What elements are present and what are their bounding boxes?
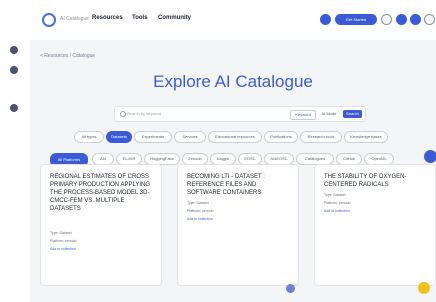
card-type: Type: Dataset bbox=[50, 231, 72, 235]
add-to-collection-link[interactable]: Add to collection bbox=[324, 209, 350, 213]
get-started-button[interactable]: Get Started bbox=[335, 14, 377, 25]
avatar[interactable] bbox=[424, 14, 435, 25]
result-card[interactable]: THE STABILITY OF OXYGEN-CENTERED RADICAL… bbox=[314, 164, 436, 286]
scroll-right-button[interactable] bbox=[424, 150, 436, 163]
card-title[interactable]: REGIONAL ESTIMATES OF CROSS PRIMARY PROD… bbox=[50, 173, 154, 213]
settings-icon[interactable] bbox=[396, 14, 407, 25]
add-to-collection-link[interactable]: Add to collection bbox=[187, 217, 213, 221]
keyword-mode-toggle[interactable]: Keyword bbox=[290, 110, 316, 120]
card-title[interactable]: THE STABILITY OF OXYGEN-CENTERED RADICAL… bbox=[324, 173, 428, 189]
card-title[interactable]: BECOMING LTI - DATASET : REFERENCE FILES… bbox=[187, 173, 291, 197]
card-type: Type: Dataset bbox=[187, 201, 209, 205]
tab-publications[interactable]: Publications bbox=[264, 131, 298, 143]
page-title: Explore AI Catalogue bbox=[153, 72, 313, 91]
top-navigation: AI Catalogue Resources Tools Community G… bbox=[30, 0, 436, 41]
tab-experiments[interactable]: Experiments bbox=[134, 131, 172, 143]
tab-datasets[interactable]: Datasets bbox=[106, 131, 132, 143]
ai-mode-toggle[interactable]: AI Mode bbox=[318, 110, 340, 118]
app-logo-icon[interactable] bbox=[42, 13, 56, 27]
search-button[interactable]: Search bbox=[343, 110, 362, 118]
nav-community[interactable]: Community bbox=[158, 15, 191, 21]
chat-assistant-icon[interactable] bbox=[418, 282, 430, 294]
card-platform: Platform: zenodo bbox=[324, 201, 351, 205]
add-to-collection-link[interactable]: Add to collection bbox=[50, 247, 76, 251]
logo-text: AI Catalogue bbox=[60, 16, 89, 22]
search-icon bbox=[120, 111, 126, 117]
help-icon[interactable] bbox=[381, 14, 392, 25]
left-rail bbox=[0, 0, 31, 302]
card-platform: Platform: zenodo bbox=[187, 209, 214, 213]
language-icon[interactable] bbox=[410, 14, 421, 25]
tab-research-tools[interactable]: Research tools bbox=[300, 131, 342, 143]
catalogue-icon[interactable] bbox=[10, 66, 18, 74]
nav-tools[interactable]: Tools bbox=[132, 15, 148, 21]
collapse-icon[interactable] bbox=[10, 104, 18, 112]
breadcrumb[interactable]: < Resources / Catalogue bbox=[40, 53, 95, 59]
tab-educational-resources[interactable]: Educational resources bbox=[208, 131, 262, 143]
card-type: Type: Dataset bbox=[324, 193, 346, 197]
tab-services[interactable]: Services bbox=[174, 131, 206, 143]
notifications-icon[interactable] bbox=[320, 14, 331, 25]
search-input[interactable]: Search by keyword bbox=[127, 111, 161, 116]
card-platform: Platform: zenodo bbox=[50, 239, 77, 243]
app-root: AI Catalogue Resources Tools Community G… bbox=[0, 0, 436, 302]
result-card[interactable]: BECOMING LTI - DATASET : REFERENCE FILES… bbox=[177, 164, 299, 293]
nav-resources[interactable]: Resources bbox=[92, 15, 123, 21]
result-card[interactable]: REGIONAL ESTIMATES OF CROSS PRIMARY PROD… bbox=[40, 164, 162, 286]
tab-knowledge-bases[interactable]: Knowledge bases bbox=[344, 131, 388, 143]
card-action-icon[interactable] bbox=[286, 284, 295, 293]
tab-all-types[interactable]: All types bbox=[74, 131, 104, 143]
menu-icon[interactable] bbox=[10, 46, 18, 54]
search-bar: Search by keyword Keyword AI Mode Search bbox=[114, 106, 366, 122]
